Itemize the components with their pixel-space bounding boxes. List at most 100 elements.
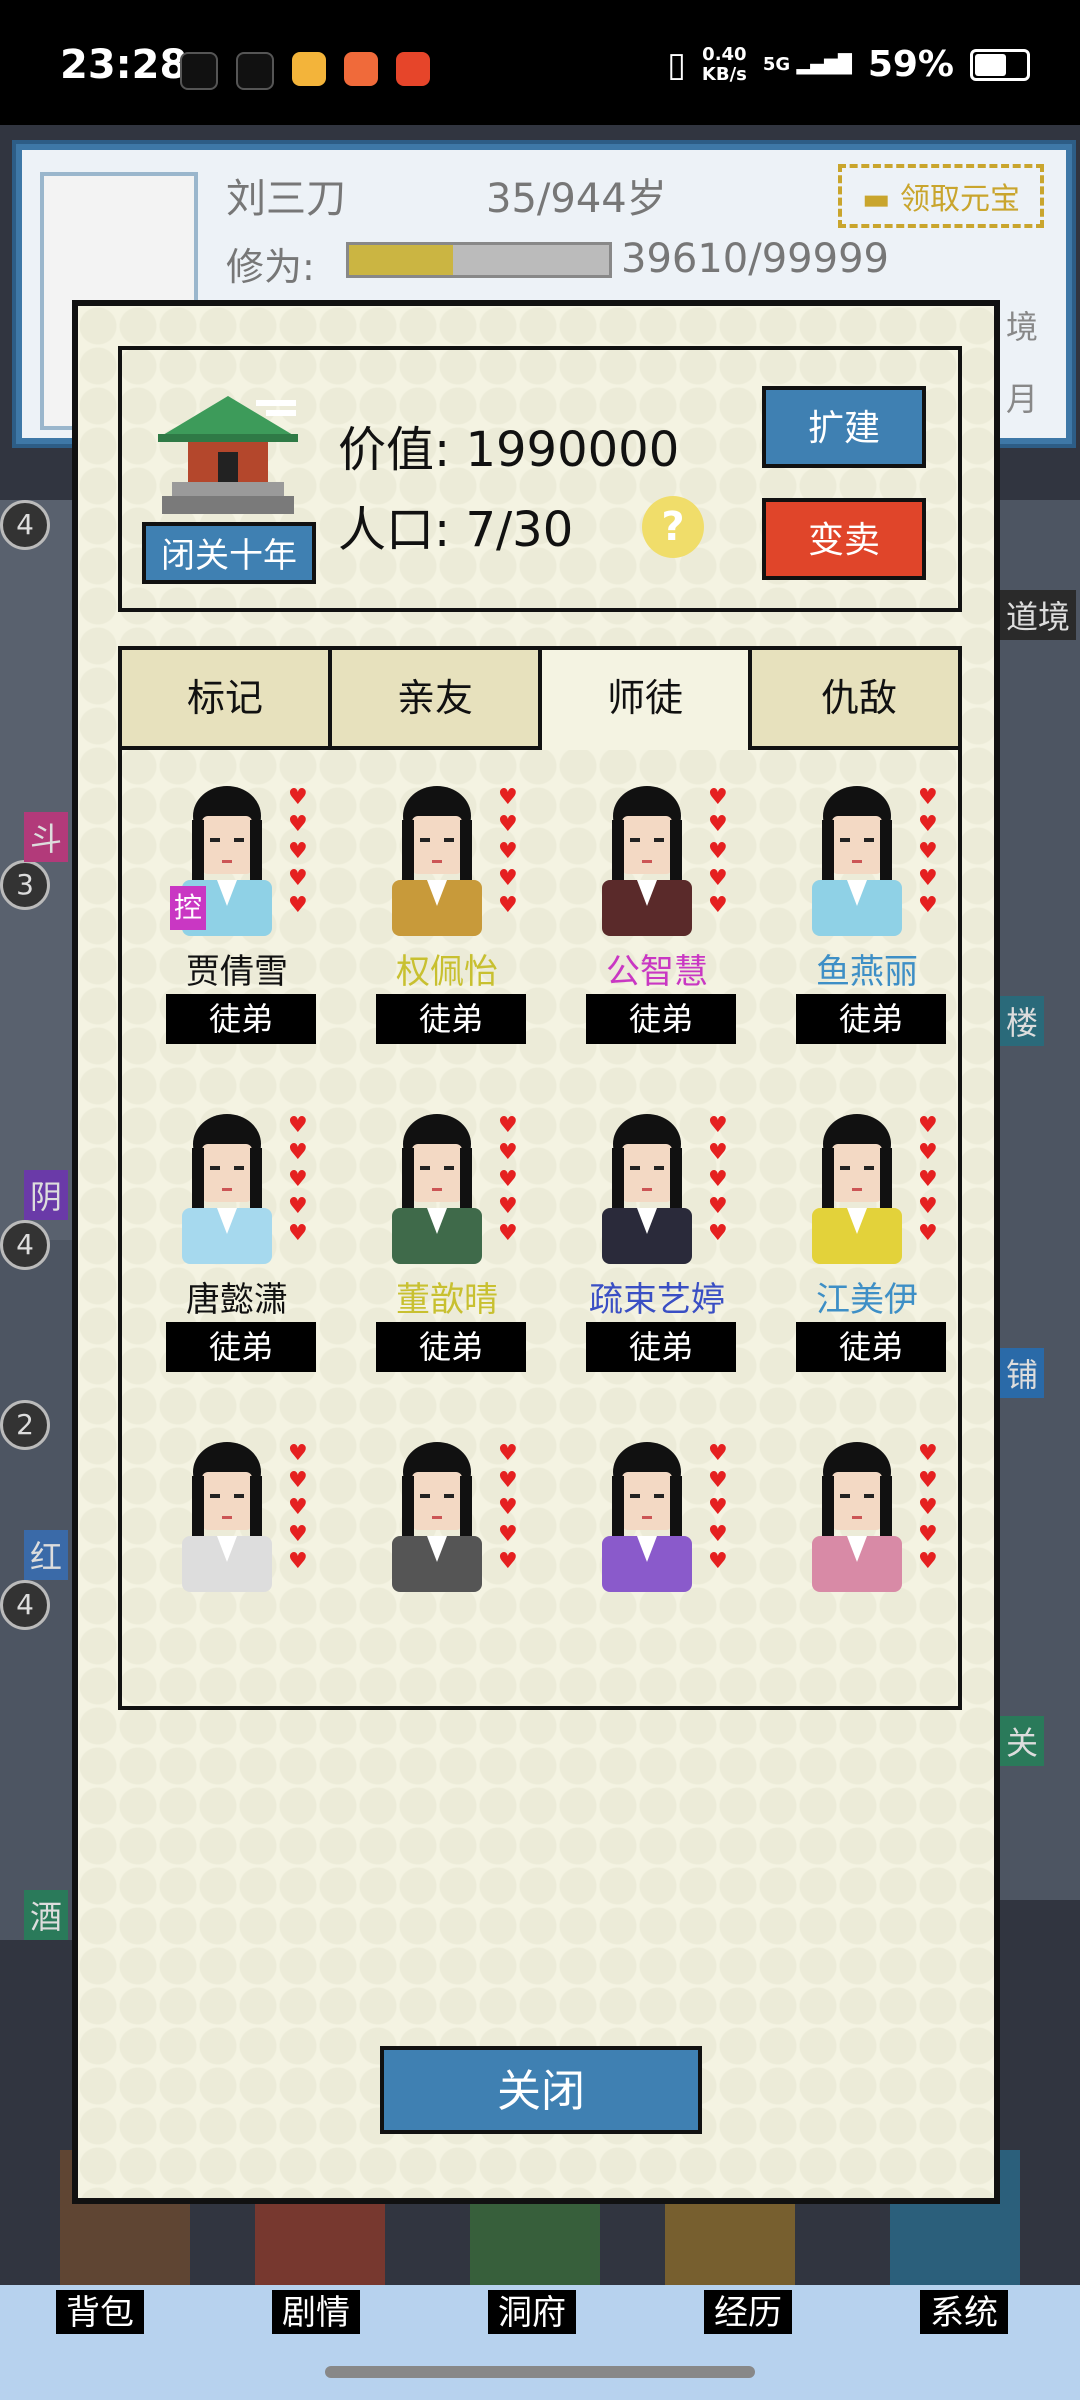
heart-icon: ♥ bbox=[918, 1167, 938, 1192]
player-name: 刘三刀 bbox=[226, 176, 346, 222]
location-label[interactable]: 铺 bbox=[1000, 1348, 1045, 1398]
heart-icon: ♥ bbox=[918, 1522, 938, 1547]
help-icon[interactable]: ? bbox=[642, 496, 704, 558]
claim-ingot-button[interactable]: ▬ 领取元宝 bbox=[838, 164, 1044, 228]
member-portrait bbox=[382, 776, 492, 936]
location-label[interactable]: 楼 bbox=[1000, 996, 1045, 1046]
home-indicator[interactable] bbox=[325, 2366, 755, 2378]
heart-icon: ♥ bbox=[708, 1167, 728, 1192]
heart-icon: ♥ bbox=[498, 812, 518, 837]
tab-disciples[interactable]: 师徒 bbox=[542, 650, 752, 750]
affection-hearts: ♥ ♥ ♥ ♥ ♥ bbox=[498, 1440, 528, 1575]
nav-history[interactable]: 经历 bbox=[704, 2290, 792, 2334]
member-card[interactable]: ♥ ♥ ♥ ♥ ♥ bbox=[552, 1432, 762, 1706]
member-name: 公智慧 bbox=[606, 952, 708, 992]
seclude-ten-years-button[interactable]: 闭关十年 bbox=[142, 522, 316, 584]
nav-system[interactable]: 系统 bbox=[920, 2290, 1008, 2334]
control-tag: 控 bbox=[170, 886, 206, 930]
location-label[interactable]: 阴 bbox=[24, 1170, 69, 1220]
cultivation-value: 39610/99999 bbox=[621, 236, 889, 282]
location-badge: 4 bbox=[0, 1580, 50, 1630]
nav-residence[interactable]: 洞府 bbox=[488, 2290, 576, 2334]
heart-icon: ♥ bbox=[288, 1549, 308, 1574]
cultivation-label: 修为: bbox=[226, 245, 315, 289]
heart-icon: ♥ bbox=[708, 1140, 728, 1165]
heart-icon: ♥ bbox=[288, 1167, 308, 1192]
heart-icon: ♥ bbox=[708, 1495, 728, 1520]
member-card[interactable]: ♥ ♥ ♥ ♥ ♥ 公智慧 徒弟 bbox=[552, 776, 762, 1076]
heart-icon: ♥ bbox=[708, 1468, 728, 1493]
member-name: 贾倩雪 bbox=[186, 952, 288, 992]
location-label: 境 bbox=[1006, 308, 1039, 346]
heart-icon: ♥ bbox=[498, 1167, 518, 1192]
member-role-badge: 徒弟 bbox=[376, 1322, 526, 1372]
close-button[interactable]: 关闭 bbox=[380, 2046, 702, 2134]
location-badge: 3 bbox=[0, 860, 50, 910]
battery-percent: 59% bbox=[867, 44, 954, 85]
member-card[interactable]: ♥ ♥ ♥ ♥ ♥ 控贾倩雪 徒弟 bbox=[132, 776, 342, 1076]
heart-icon: ♥ bbox=[288, 1194, 308, 1219]
notification-icons bbox=[180, 52, 430, 90]
heart-icon: ♥ bbox=[288, 1495, 308, 1520]
location-badge: 2 bbox=[0, 1400, 50, 1450]
member-card[interactable]: ♥ ♥ ♥ ♥ ♥ bbox=[762, 1432, 958, 1706]
status-right: ▯ 0.40 KB/s 5G ▂▄▆█ 59% bbox=[667, 44, 1030, 85]
heart-icon: ♥ bbox=[708, 839, 728, 864]
member-card[interactable]: ♥ ♥ ♥ ♥ ♥ 唐懿潇 徒弟 bbox=[132, 1104, 342, 1404]
affection-hearts: ♥ ♥ ♥ ♥ ♥ bbox=[918, 784, 948, 919]
affection-hearts: ♥ ♥ ♥ ♥ ♥ bbox=[498, 1112, 528, 1247]
heart-icon: ♥ bbox=[288, 1113, 308, 1138]
clock: 23:28 bbox=[60, 42, 188, 88]
player-age: 35/944岁 bbox=[486, 176, 667, 222]
vibrate-icon: ▯ bbox=[667, 44, 686, 85]
member-card[interactable]: ♥ ♥ ♥ ♥ ♥ 疏束艺婷 徒弟 bbox=[552, 1104, 762, 1404]
heart-icon: ♥ bbox=[498, 1194, 518, 1219]
nav-backpack[interactable]: 背包 bbox=[56, 2290, 144, 2334]
member-card[interactable]: ♥ ♥ ♥ ♥ ♥ 董歆晴 徒弟 bbox=[342, 1104, 552, 1404]
signal-icon: 5G ▂▄▆█ bbox=[762, 54, 852, 75]
member-card[interactable]: ♥ ♥ ♥ ♥ ♥ 权佩怡 徒弟 bbox=[342, 776, 552, 1076]
heart-icon: ♥ bbox=[708, 866, 728, 891]
location-label[interactable]: 关 bbox=[1000, 1716, 1045, 1766]
location-label[interactable]: 红 bbox=[24, 1530, 69, 1580]
heart-icon: ♥ bbox=[708, 1221, 728, 1246]
heart-icon: ♥ bbox=[918, 1113, 938, 1138]
battery-icon bbox=[970, 48, 1030, 81]
member-name: 鱼燕丽 bbox=[816, 952, 918, 992]
heart-icon: ♥ bbox=[708, 1522, 728, 1547]
member-card[interactable]: ♥ ♥ ♥ ♥ ♥ bbox=[342, 1432, 552, 1706]
heart-icon: ♥ bbox=[708, 1549, 728, 1574]
tab-friends[interactable]: 亲友 bbox=[332, 650, 542, 750]
tab-enemies[interactable]: 仇敌 bbox=[752, 650, 958, 750]
heart-icon: ♥ bbox=[498, 1495, 518, 1520]
heart-icon: ♥ bbox=[498, 1522, 518, 1547]
member-card[interactable]: ♥ ♥ ♥ ♥ ♥ 江美伊 徒弟 bbox=[762, 1104, 958, 1404]
sell-button[interactable]: 变卖 bbox=[762, 498, 926, 580]
heart-icon: ♥ bbox=[708, 1113, 728, 1138]
heart-icon: ♥ bbox=[498, 1468, 518, 1493]
location-label[interactable]: 斗 bbox=[24, 812, 69, 862]
heart-icon: ♥ bbox=[288, 893, 308, 918]
member-portrait bbox=[592, 776, 702, 936]
member-card[interactable]: ♥ ♥ ♥ ♥ ♥ 鱼燕丽 徒弟 bbox=[762, 776, 958, 1076]
heart-icon: ♥ bbox=[918, 785, 938, 810]
heart-icon: ♥ bbox=[498, 866, 518, 891]
heart-icon: ♥ bbox=[498, 1113, 518, 1138]
residence-dialog: 闭关十年 价值: 1990000 人口: 7/30 ? 扩建 变卖 标记 亲友 … bbox=[72, 300, 1000, 2204]
member-name: 董歆晴 bbox=[396, 1280, 498, 1320]
member-name: 权佩怡 bbox=[396, 952, 498, 992]
member-role-badge: 徒弟 bbox=[586, 1322, 736, 1372]
location-label[interactable]: 酒 bbox=[24, 1890, 69, 1940]
relations-panel: 标记 亲友 师徒 仇敌 ♥ ♥ ♥ ♥ ♥ 控贾倩雪 徒弟 ♥ ♥ ♥ ♥ ♥ 权佩怡 徒弟 ♥ ♥ ♥ ♥ ♥ 公智… bbox=[118, 646, 962, 1710]
member-card[interactable]: ♥ ♥ ♥ ♥ ♥ bbox=[132, 1432, 342, 1706]
heart-icon: ♥ bbox=[918, 866, 938, 891]
member-portrait bbox=[592, 1104, 702, 1264]
heart-icon: ♥ bbox=[708, 893, 728, 918]
tab-mark[interactable]: 标记 bbox=[122, 650, 332, 750]
heart-icon: ♥ bbox=[918, 812, 938, 837]
affection-hearts: ♥ ♥ ♥ ♥ ♥ bbox=[708, 784, 738, 919]
expand-button[interactable]: 扩建 bbox=[762, 386, 926, 468]
location-label[interactable]: 道境 bbox=[1000, 590, 1077, 640]
nav-story[interactable]: 剧情 bbox=[272, 2290, 360, 2334]
tiktok-icon bbox=[236, 52, 274, 90]
